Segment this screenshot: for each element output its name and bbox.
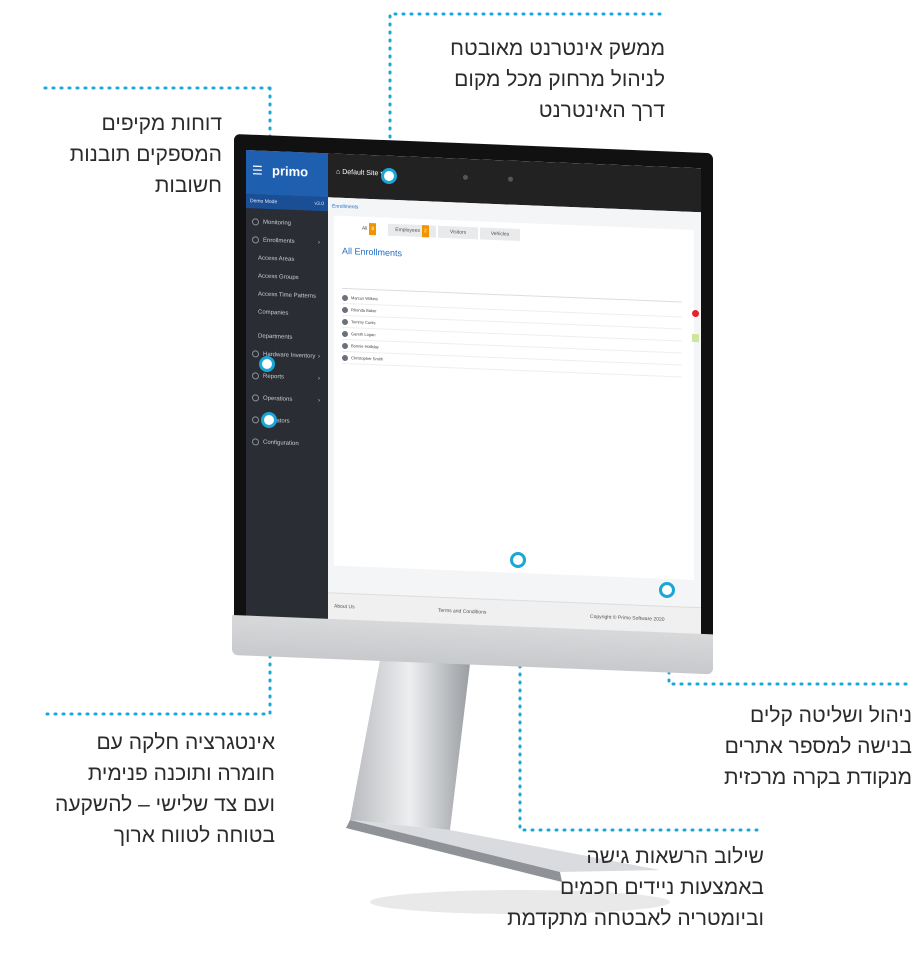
sidebar-subheader: Demo Mode v3.0 xyxy=(246,194,328,212)
nav-label: Operations xyxy=(263,395,293,403)
tab-all[interactable]: All 8 xyxy=(352,222,386,236)
sidebar-header: ☰ primo xyxy=(246,150,328,198)
site-selector-label: Default Site xyxy=(342,168,379,178)
side-action[interactable] xyxy=(692,333,699,343)
camera-dot xyxy=(463,174,468,180)
notification-flag[interactable] xyxy=(692,309,699,318)
callout-marker xyxy=(659,582,675,598)
nav-label: Configuration xyxy=(263,439,299,448)
callout-reports: דוחות מקיפים המספקים תובנות חשובות xyxy=(69,112,222,197)
chevron-right-icon: › xyxy=(318,397,320,404)
callout-multi-site: ניהול ושליטה קלים בנישה למספר אתרים מנקודת… xyxy=(723,704,912,789)
callout-marker xyxy=(261,412,277,428)
monitor-icon xyxy=(252,218,259,226)
hardware-icon xyxy=(252,350,259,358)
callout-marker xyxy=(259,356,275,372)
brand-logo: primo xyxy=(272,163,309,180)
nav-label: Reports xyxy=(263,373,285,381)
version-label: v3.0 xyxy=(314,200,324,208)
footer-about-link[interactable]: About Us xyxy=(334,604,355,611)
avatar xyxy=(342,306,348,314)
avatar xyxy=(342,330,348,338)
nav-label: Departments xyxy=(258,333,293,341)
nav-label: Monitoring xyxy=(263,219,292,227)
main-content: Enrollments All 8 Employees 2 Visitors Veh… xyxy=(328,197,701,637)
callout-marker xyxy=(510,552,526,568)
avatar xyxy=(342,354,348,362)
sidebar-item-enrollments[interactable]: Enrollments › xyxy=(246,232,328,251)
nav-label: Companies xyxy=(258,309,289,317)
sidebar-item-companies[interactable]: Companies xyxy=(246,304,328,323)
chevron-right-icon: › xyxy=(318,375,320,382)
list-icon xyxy=(252,236,259,244)
tab-visitors[interactable]: Visitors xyxy=(438,225,478,240)
enrollments-card: All 8 Employees 2 Visitors Vehicles All En… xyxy=(334,215,694,580)
sidebar-item-monitoring[interactable]: Monitoring xyxy=(246,214,328,233)
callout-mobile-biometric: שילוב הרשאות גישה באמצעות ניידים חכמים ובי… xyxy=(507,845,764,930)
nav-label: Access Areas xyxy=(258,255,295,263)
chevron-right-icon: › xyxy=(318,239,320,246)
sidebar-item-access-groups[interactable]: Access Groups xyxy=(246,268,328,287)
nav-label: Access Time Patterns xyxy=(258,291,317,300)
avatar xyxy=(342,342,348,350)
page-title: All Enrollments xyxy=(342,245,403,259)
count-badge: 8 xyxy=(369,222,377,236)
count-badge: 2 xyxy=(421,225,429,238)
app-screen: ☰ primo Demo Mode v3.0 Monitoring Enroll… xyxy=(246,150,701,637)
chevron-right-icon: › xyxy=(318,353,320,360)
site-selector[interactable]: ⌂ Default Site ▾ xyxy=(336,168,384,178)
avatar xyxy=(342,318,348,326)
gear-icon xyxy=(252,438,259,446)
sidebar-item-operators[interactable]: Operators xyxy=(246,412,328,431)
sidebar: ☰ primo Demo Mode v3.0 Monitoring Enroll… xyxy=(246,150,328,622)
sidebar-item-operations[interactable]: Operations › xyxy=(246,390,328,409)
tab-employees[interactable]: Employees 2 xyxy=(388,223,436,238)
menu-icon[interactable]: ☰ xyxy=(252,163,263,177)
sidebar-item-access-time-patterns[interactable]: Access Time Patterns xyxy=(246,286,328,305)
demo-mode-label: Demo Mode xyxy=(250,198,278,206)
sidebar-item-access-areas[interactable]: Access Areas xyxy=(246,250,328,269)
tab-vehicles[interactable]: Vehicles xyxy=(480,227,520,242)
sidebar-item-configuration[interactable]: Configuration xyxy=(246,434,328,453)
callout-web-interface: ממשק אינטרנט מאובטח לניהול מרחוק מכל מקום… xyxy=(450,37,665,122)
camera-dot xyxy=(508,176,513,182)
user-icon xyxy=(252,416,259,424)
nav-label: Enrollments xyxy=(263,237,295,245)
callout-marker xyxy=(381,168,397,184)
footer-terms-link[interactable]: Terms and Conditions xyxy=(438,608,486,616)
footer-copyright: Copyright © Primo Software 2020 xyxy=(590,613,665,623)
sidebar-item-departments[interactable]: Departments xyxy=(246,328,328,347)
nav-label: Access Groups xyxy=(258,273,299,282)
report-icon xyxy=(252,372,259,380)
operations-icon xyxy=(252,394,259,402)
callout-integration: אינטגרציה חלקה עם חומרה ותוכנה פנימית ועם … xyxy=(55,731,275,847)
sidebar-item-reports[interactable]: Reports › xyxy=(246,368,328,387)
avatar xyxy=(342,294,348,302)
breadcrumb[interactable]: Enrollments xyxy=(332,203,358,210)
